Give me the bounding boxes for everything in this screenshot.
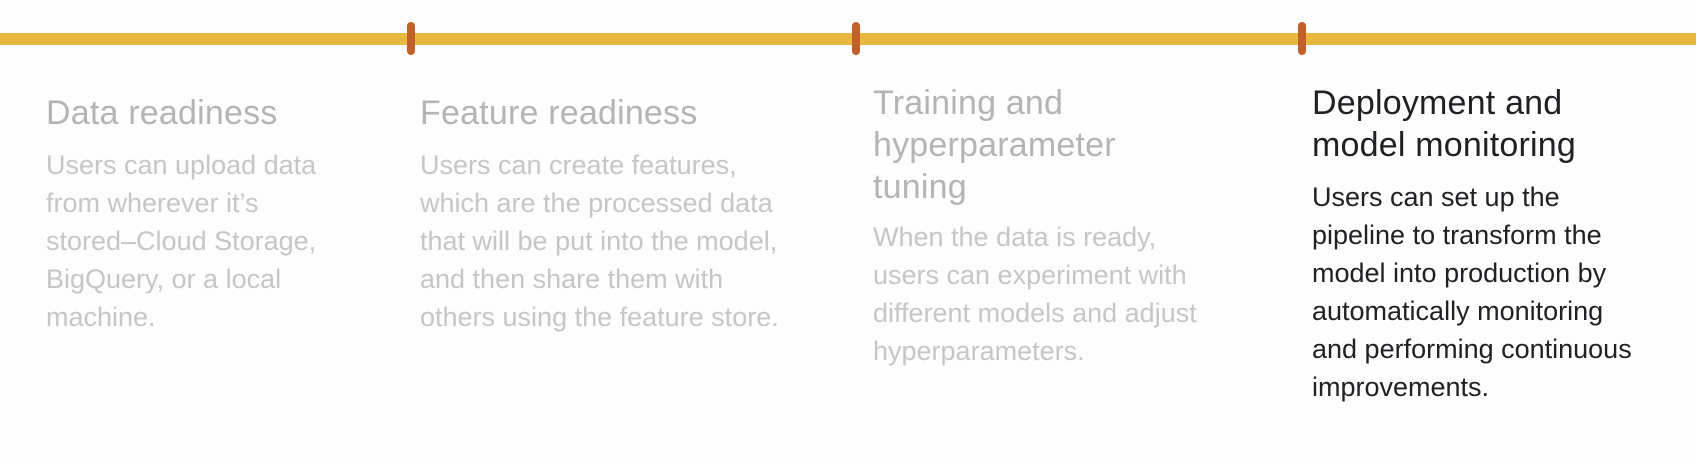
stage-description: Users can set up the pipeline to transfo… [1312, 182, 1632, 402]
timeline-tick-3 [1298, 22, 1306, 55]
timeline-tick-2 [852, 22, 860, 55]
timeline-bar [0, 33, 1696, 45]
stage-feature-readiness: Feature readiness Users can create featu… [420, 92, 840, 336]
stage-title: Training and hyperparameter tuning [873, 84, 1116, 206]
stage-title: Feature readiness [420, 94, 698, 132]
stage-deployment-model-monitoring: Deployment and model monitoring Users ca… [1312, 82, 1692, 406]
stage-title: Data readiness [46, 94, 278, 132]
timeline [0, 0, 1696, 70]
stage-training-hyperparameter-tuning: Training and hyperparameter tuning When … [873, 82, 1273, 370]
timeline-tick-1 [407, 22, 415, 55]
stage-description: Users can upload data from wherever it’s… [46, 150, 317, 332]
stage-data-readiness: Data readiness Users can upload data fro… [46, 92, 406, 336]
stage-description: Users can create features, which are the… [420, 150, 779, 332]
stage-description: When the data is ready, users can experi… [873, 222, 1197, 366]
stage-title: Deployment and model monitoring [1312, 84, 1576, 164]
